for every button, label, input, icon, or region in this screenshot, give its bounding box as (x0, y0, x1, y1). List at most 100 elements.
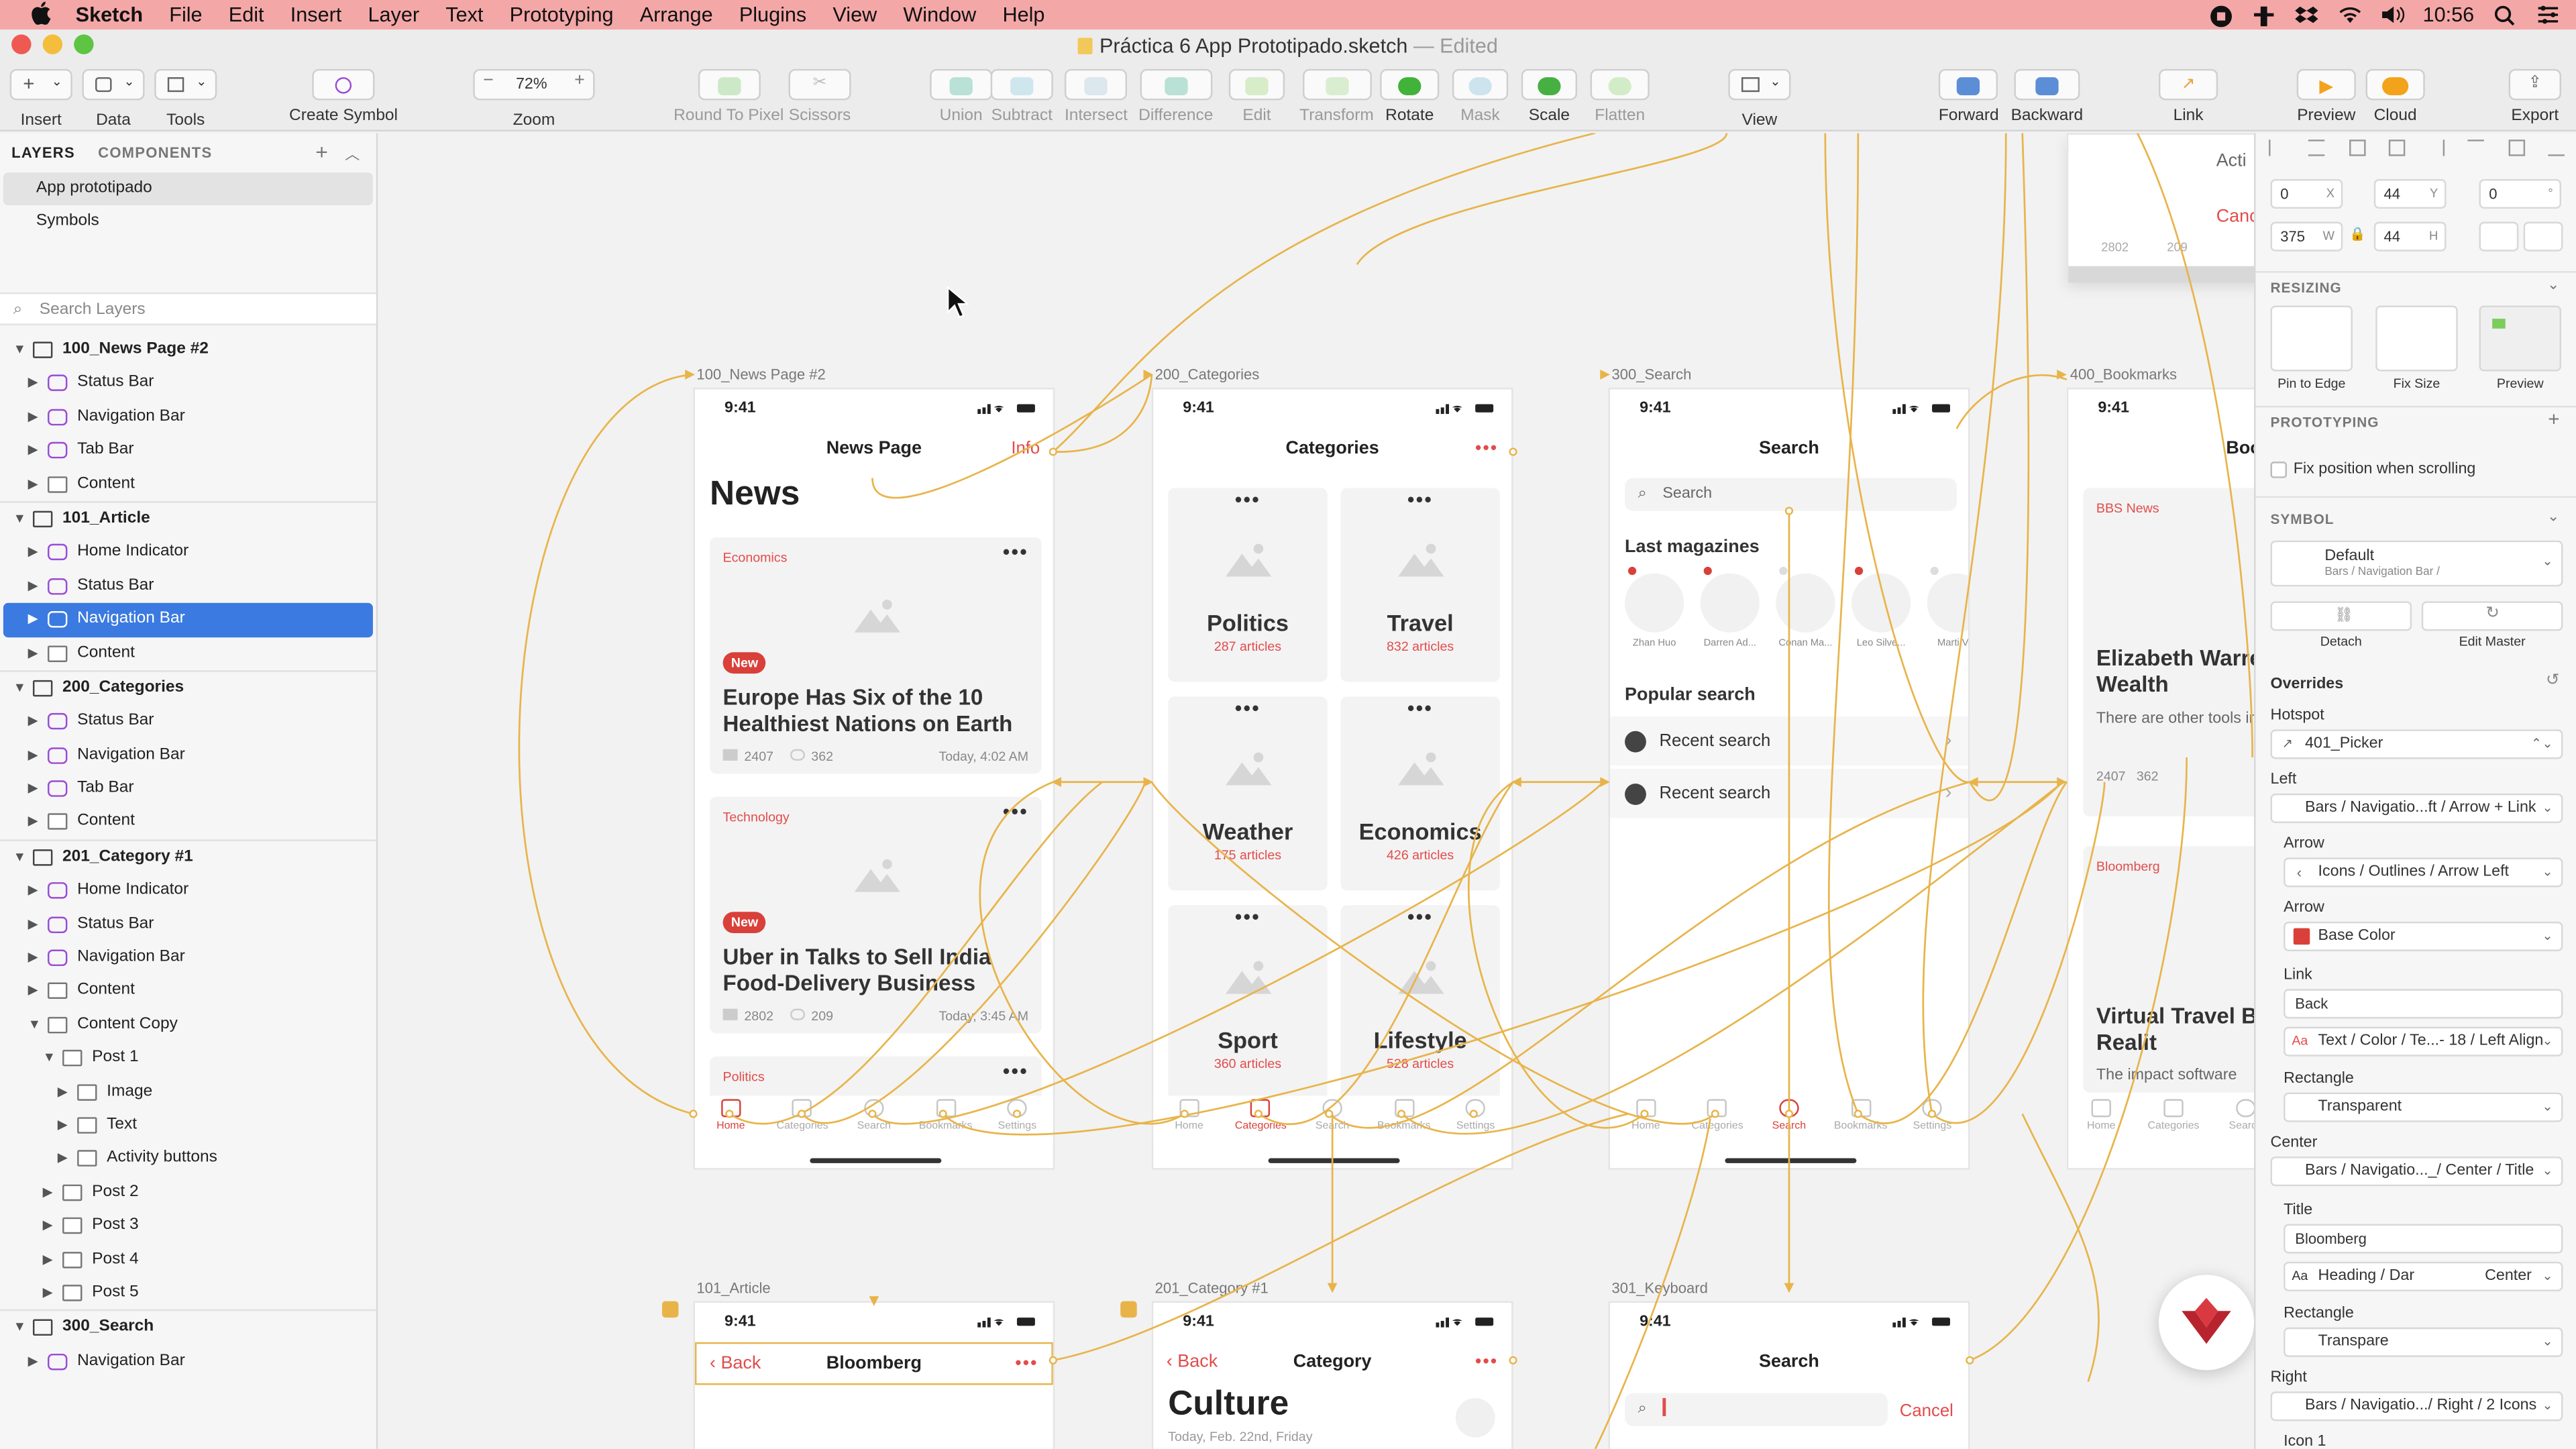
pin-to-edge-control[interactable] (2270, 305, 2353, 372)
layer-row[interactable]: ▼ Content Copy (0, 1008, 376, 1042)
tab-categories[interactable]: Categories (1684, 1095, 1750, 1144)
layer-row[interactable]: ▼ 200_Categories (0, 672, 376, 705)
disclosure-closed-icon[interactable]: ▶ (28, 603, 38, 636)
artboard-label-search[interactable]: 300_Search (1611, 366, 1691, 382)
bookmark-card[interactable]: BBS News Elizabeth Warre Wants a Wealth … (2083, 488, 2255, 817)
menu-window[interactable]: Window (903, 3, 976, 26)
rectangle-select[interactable]: Transpare ⌄ (2284, 1327, 2563, 1357)
artboard-news-page[interactable]: 9:41 News Page Info News Economics ••• Ne… (693, 387, 1055, 1170)
magazine-avatar[interactable]: Zhan Huo (1623, 566, 1686, 649)
menu-help[interactable]: Help (1003, 3, 1045, 26)
search-field[interactable]: ⌕ Search (1625, 478, 1957, 511)
transform-button[interactable]: Transform (1299, 68, 1374, 125)
magazine-avatar[interactable]: Conan Ma... (1774, 566, 1837, 649)
layer-row[interactable]: ▶ Navigation Bar (0, 739, 376, 772)
layer-row[interactable]: ▼ Post 1 (0, 1042, 376, 1075)
disclosure-closed-icon[interactable]: ▶ (58, 1109, 68, 1142)
disclosure-closed-icon[interactable]: ▶ (28, 941, 38, 974)
search-field-active[interactable]: ⌕ (1625, 1393, 1888, 1426)
recent-search-row[interactable]: Recent search › (1610, 716, 1968, 766)
disclosure-closed-icon[interactable]: ▶ (28, 1345, 38, 1378)
lock-ratio-icon[interactable]: 🔒 (2349, 227, 2365, 241)
layer-row[interactable]: ▶ Home Indicator (0, 536, 376, 570)
artboard-category1[interactable]: 9:41 ‹ Back Category ••• Culture Today, Fe… (1151, 1301, 1513, 1449)
chevron-down-icon[interactable]: ⌄ (2547, 276, 2559, 294)
layer-row[interactable]: ▶ Content (0, 806, 376, 839)
layer-row[interactable]: ▼ 101_Article (0, 502, 376, 536)
artboard-label-category1[interactable]: 201_Category #1 (1155, 1280, 1269, 1296)
layer-row[interactable]: ▶ Image (0, 1075, 376, 1109)
artboard-label-news[interactable]: 100_News Page #2 (696, 366, 825, 382)
width-field[interactable]: 375 W (2270, 221, 2343, 252)
spotlight-icon[interactable] (2494, 4, 2517, 25)
news-card[interactable]: Economics ••• New Europe Has Six of the … (709, 537, 1042, 774)
menu-file[interactable]: File (169, 3, 202, 26)
layer-row[interactable]: ▶ Content (0, 468, 376, 501)
tab-search[interactable]: Search (1756, 1095, 1822, 1144)
category-tile[interactable]: ••• Travel 832 articles (1340, 488, 1500, 682)
record-icon[interactable] (2209, 4, 2232, 27)
artboard-article[interactable]: 9:41 ‹ Back Bloomberg ••• (693, 1301, 1055, 1449)
fix-size-control[interactable] (2375, 305, 2458, 372)
clock[interactable]: 10:56 (2423, 3, 2475, 26)
layer-row[interactable]: ▶ Status Bar (0, 570, 376, 603)
arrow-color-select[interactable]: Base Color ⌄ (2284, 921, 2563, 951)
forward-button[interactable]: Forward (1939, 68, 1999, 125)
wifi-icon[interactable] (2337, 4, 2361, 25)
tab-search[interactable]: Search (841, 1095, 907, 1144)
menu-arrange[interactable]: Arrange (640, 3, 713, 26)
title-text-field[interactable]: Bloomberg (2284, 1224, 2563, 1254)
mask-button[interactable]: Mask (1452, 68, 1509, 125)
menu-insert[interactable]: Insert (290, 3, 342, 26)
layer-row[interactable]: ▶ Home Indicator (0, 874, 376, 908)
disclosure-closed-icon[interactable]: ▶ (58, 1075, 68, 1108)
align-middle-icon[interactable] (2388, 140, 2405, 156)
disclosure-closed-icon[interactable]: ▶ (28, 468, 38, 500)
volume-icon[interactable] (2380, 4, 2404, 25)
disclosure-open-icon[interactable]: ▼ (28, 1008, 41, 1041)
right-override-select[interactable]: Bars / Navigatio.../ Right / 2 Icons ⌄ (2270, 1391, 2563, 1421)
link-text-style-select[interactable]: Aa Text / Color / Te...- 18 / Left Align ⌄ (2284, 1026, 2563, 1057)
tab-categories[interactable]: Categories (769, 1095, 835, 1144)
add-page-icon[interactable]: + (315, 140, 329, 164)
layer-row[interactable]: ▶ Navigation Bar (3, 603, 373, 637)
tools-tool[interactable]: ⌄ Tools (154, 68, 217, 129)
symbol-picker[interactable]: Default Bars / Navigation Bar / ⌄ (2270, 540, 2563, 587)
navigation-bar-selected[interactable]: ‹ Back Bloomberg ••• (694, 1342, 1053, 1385)
link-text-field[interactable]: Back (2284, 989, 2563, 1019)
artboard-keyboard[interactable]: 9:41 Search ⌕ Cancel (1608, 1301, 1970, 1449)
artboard-categories[interactable]: 9:41 Categories ••• ••• Politics 287 articl… (1151, 387, 1513, 1170)
nav-info-link[interactable]: Info (1011, 439, 1040, 458)
subtract-button[interactable]: Subtract (990, 68, 1053, 125)
preview-button[interactable]: ▶ Preview (2296, 68, 2356, 125)
view-button[interactable]: ⌄ View (1728, 68, 1791, 129)
tab-categories[interactable]: Categories (2141, 1095, 2206, 1144)
height-field[interactable]: 44 H (2373, 221, 2447, 252)
menu-layer[interactable]: Layer (368, 3, 419, 26)
layer-row[interactable]: ▶ Text (0, 1109, 376, 1142)
left-override-select[interactable]: Bars / Navigatio...ft / Arrow + Link ⌄ (2270, 793, 2563, 823)
layer-row[interactable]: ▶ Post 5 (0, 1277, 376, 1310)
cancel-button[interactable]: Cancel (1900, 1401, 1953, 1421)
page-symbols[interactable]: Symbols (3, 205, 373, 238)
create-symbol-button[interactable]: Create Symbol (289, 68, 398, 125)
artboard-bookmarks[interactable]: 9:41 Bookm BBS News Elizabeth Warre Want… (2066, 387, 2255, 1170)
category-tile[interactable]: ••• Economics 426 articles (1340, 696, 1500, 891)
tab-home[interactable]: Home (1157, 1095, 1222, 1144)
edit-master-button[interactable]: ↻ (2421, 601, 2563, 631)
scissors-button[interactable]: ✂ Scissors (788, 68, 851, 125)
disclosure-closed-icon[interactable]: ▶ (28, 739, 38, 771)
flip-vertical-button[interactable] (2523, 221, 2563, 252)
layer-row[interactable]: ▶ Content (0, 637, 376, 670)
center-override-select[interactable]: Bars / Navigatio..._/ Center / Title ⌄ (2270, 1157, 2563, 1187)
layer-row[interactable]: ▶ Status Bar (0, 705, 376, 739)
layer-row[interactable]: ▶ Status Bar (0, 908, 376, 941)
arrow-icon-select[interactable]: ‹ Icons / Outlines / Arrow Left ⌄ (2284, 857, 2563, 888)
menu-app-name[interactable]: Sketch (76, 3, 143, 26)
disclosure-open-icon[interactable]: ▼ (13, 841, 26, 874)
intersect-button[interactable]: Intersect (1065, 68, 1128, 125)
disclosure-closed-icon[interactable]: ▶ (28, 637, 38, 669)
disclosure-closed-icon[interactable]: ▶ (43, 1277, 53, 1309)
collapse-pages-icon[interactable]: ︿ (345, 143, 360, 164)
backward-button[interactable]: Backward (2011, 68, 2083, 125)
